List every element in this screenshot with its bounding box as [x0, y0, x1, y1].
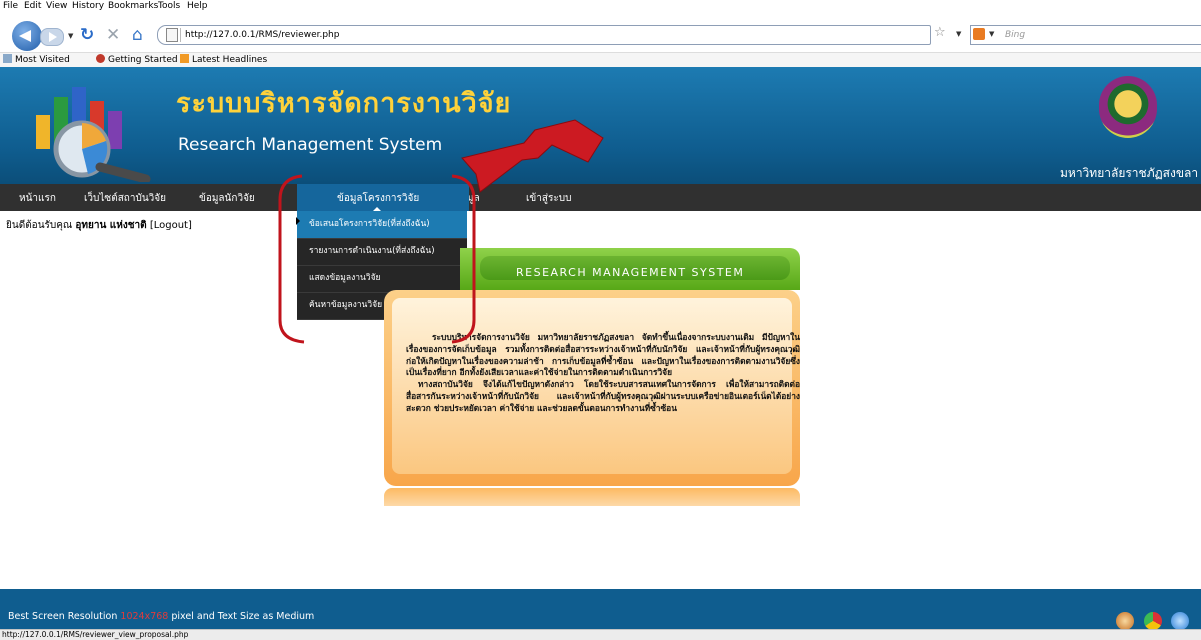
bookmark-star-icon[interactable]: ☆	[934, 25, 946, 40]
footer-text-after: pixel and Text Size as Medium	[168, 611, 315, 622]
menu-bookmarks[interactable]: Bookmarks	[108, 0, 158, 12]
reload-icon[interactable]: ↻	[80, 25, 94, 45]
firefox-icon	[96, 54, 105, 63]
search-engine-dropdown-icon[interactable]: ▼	[989, 30, 994, 38]
university-seal-icon	[1099, 76, 1157, 138]
bookmarks-toolbar: Most Visited Getting Started Latest Head…	[0, 52, 1201, 68]
secondary-box	[384, 488, 800, 506]
stop-icon[interactable]: ✕	[106, 25, 120, 45]
site-title-thai: ระบบบริหารจัดการงานวิจัย	[176, 88, 512, 119]
rms-banner: RESEARCH MANAGEMENT SYSTEM	[460, 248, 800, 290]
url-bar[interactable]: http://127.0.0.1/RMS/reviewer.php	[157, 25, 931, 45]
back-button[interactable]	[12, 21, 42, 51]
footer-text-before: Best Screen Resolution	[8, 611, 121, 622]
university-name: มหาวิทยาลัยราชภัฏสงขลา	[1060, 166, 1199, 180]
bookmark-folder-icon	[3, 54, 12, 63]
intro-paragraph-2: ทางสถาบันวิจัย จึงได้แก้ไขปัญหาดังกล่าว …	[406, 379, 800, 413]
bookmark-getting-started[interactable]: Getting Started	[96, 53, 178, 67]
rss-icon	[180, 54, 189, 63]
footer-text: Best Screen Resolution 1024x768 pixel an…	[8, 611, 314, 623]
menu-edit[interactable]: Edit	[24, 0, 41, 12]
menu-view[interactable]: View	[46, 0, 67, 12]
forward-button[interactable]	[40, 28, 64, 46]
browser-menubar: File Edit View History Bookmarks Tools H…	[0, 0, 1201, 12]
menu-history[interactable]: History	[72, 0, 104, 12]
banner-text: RESEARCH MANAGEMENT SYSTEM	[516, 266, 745, 279]
site-title-english: Research Management System	[178, 135, 443, 155]
banner-inner: RESEARCH MANAGEMENT SYSTEM	[480, 256, 790, 280]
url-text: http://127.0.0.1/RMS/reviewer.php	[185, 30, 340, 40]
dropdown-item-progress-reports[interactable]: รายงานการดำเนินงาน(ที่ส่งถึงฉัน)	[297, 238, 467, 266]
intro-box: ระบบบริหารจัดการงานวิจัย มหาวิทยาลัยราชภ…	[384, 290, 800, 486]
url-separator	[180, 28, 181, 42]
bookmark-latest-headlines[interactable]: Latest Headlines	[180, 53, 267, 67]
menu-tools[interactable]: Tools	[158, 0, 180, 12]
chrome-browser-icon	[1143, 612, 1162, 630]
bookmark-label: Latest Headlines	[192, 55, 268, 65]
url-dropdown-icon[interactable]: ▼	[956, 30, 961, 38]
dropdown-item-show-research[interactable]: แสดงข้อมูลงานวิจัย	[297, 265, 467, 293]
bing-logo-icon[interactable]	[973, 28, 985, 40]
user-name: อุทยาน แห่งชาติ	[75, 220, 147, 231]
nav-login[interactable]: เข้าสู่ระบบ	[526, 184, 571, 211]
bookmark-label: Getting Started	[108, 55, 178, 65]
intro-box-inner: ระบบบริหารจัดการงานวิจัย มหาวิทยาลัยราชภ…	[392, 298, 800, 474]
menu-file[interactable]: File	[3, 0, 18, 12]
welcome-greeting: ยินดีต้อนรับคุณ	[6, 220, 73, 231]
page-icon	[166, 28, 178, 42]
site-footer: Best Screen Resolution 1024x768 pixel an…	[0, 589, 1201, 630]
mouse-pointer-icon	[296, 217, 300, 225]
nav-institute-website[interactable]: เว็บไซต์สถาบันวิจัย	[84, 184, 166, 211]
bookmark-most-visited[interactable]: Most Visited	[3, 53, 70, 67]
nav-home[interactable]: หน้าแรก	[19, 184, 56, 211]
intro-text: ระบบบริหารจัดการงานวิจัย มหาวิทยาลัยราชภ…	[406, 332, 800, 415]
site-header: ระบบบริหารจัดการงานวิจัย Research Manage…	[0, 67, 1201, 184]
bookmark-label: Most Visited	[15, 55, 70, 65]
intro-paragraph-1: ระบบบริหารจัดการงานวิจัย มหาวิทยาลัยราชภ…	[406, 332, 800, 378]
ie-browser-icon	[1171, 612, 1189, 630]
menu-help[interactable]: Help	[187, 0, 208, 12]
logout-link[interactable]: [Logout]	[150, 220, 192, 231]
dropdown-item-proposals[interactable]: ข้อเสนอโครงการวิจัย(ที่ส่งถึงฉัน)	[297, 211, 467, 239]
search-placeholder: Bing	[1005, 30, 1026, 40]
firefox-browser-icon	[1116, 612, 1134, 630]
nav-researcher-info[interactable]: ข้อมูลนักวิจัย	[199, 184, 255, 211]
nav-research-project[interactable]: ข้อมูลโครงการวิจัย	[297, 184, 469, 211]
status-bar: http://127.0.0.1/RMS/reviewer_view_propo…	[0, 629, 1201, 640]
nav-research-project-label: ข้อมูลโครงการวิจัย	[337, 193, 420, 204]
top-menu: หน้าแรก เว็บไซต์สถาบันวิจัย ข้อมูลนักวิจ…	[0, 184, 1201, 211]
history-dropdown-icon[interactable]: ▼	[68, 32, 73, 40]
welcome-line: ยินดีต้อนรับคุณ อุทยาน แห่งชาติ [Logout]	[6, 219, 192, 233]
supported-browsers	[1110, 612, 1189, 630]
home-icon[interactable]: ⌂	[132, 25, 143, 45]
footer-resolution: 1024x768	[120, 611, 169, 622]
browser-navbar: ▼ ↻ ✕ ⌂ http://127.0.0.1/RMS/reviewer.ph…	[0, 21, 1201, 52]
search-box[interactable]: ▼ Bing	[970, 25, 1201, 45]
research-chart-logo-icon	[36, 87, 151, 182]
